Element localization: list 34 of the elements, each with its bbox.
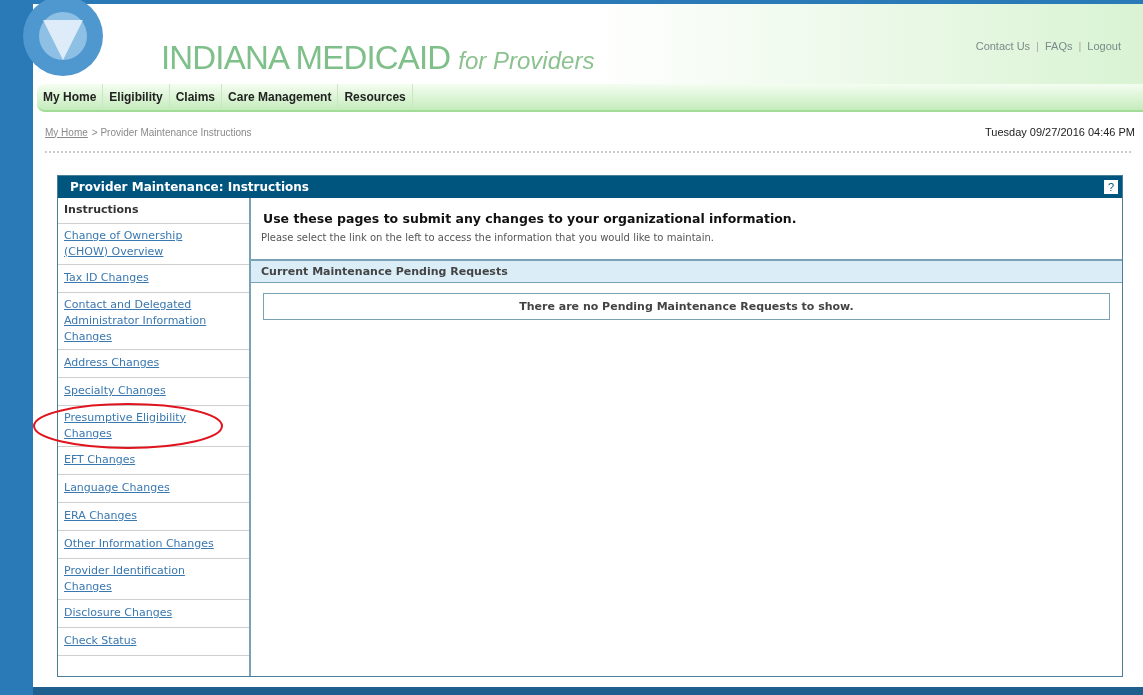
- breadcrumb-link[interactable]: My Home: [45, 124, 88, 140]
- separator: |: [1078, 39, 1082, 54]
- nav-tab[interactable]: Eligibility: [103, 84, 170, 110]
- sidebar-link[interactable]: Contact and Delegated Administrator Information Changes: [64, 296, 224, 345]
- sidebar-link[interactable]: Change of Ownership (CHOW) Overview: [64, 227, 224, 260]
- sidebar-link[interactable]: Tax ID Changes: [64, 270, 149, 286]
- sidebar-heading: Instructions: [64, 201, 139, 218]
- separator: |: [1036, 39, 1039, 54]
- sidebar-link[interactable]: Address Changes: [64, 355, 160, 371]
- sidebar-link[interactable]: Language Changes: [64, 480, 170, 496]
- sidebar-link[interactable]: EFT Changes: [64, 452, 136, 468]
- header-link[interactable]: FAQs: [1044, 38, 1073, 55]
- sidebar-link[interactable]: Provider Identification Changes: [64, 562, 224, 595]
- site-subtitle: for Providers: [458, 45, 595, 76]
- date-time: Tuesday 09/27/2016 04:46 PM: [984, 125, 1135, 140]
- panel-title: Provider Maintenance: Instructions: [70, 178, 309, 196]
- nav-tab[interactable]: Care Management: [222, 84, 339, 110]
- nav-tab[interactable]: Claims: [169, 84, 223, 110]
- sidebar-link[interactable]: Other Information Changes: [64, 536, 214, 552]
- site-title: INDIANA MEDICAID: [161, 37, 451, 78]
- section-title: Current Maintenance Pending Requests: [261, 263, 508, 280]
- header-link[interactable]: Logout: [1087, 38, 1121, 55]
- intro-text: Please select the link on the left to access the information that you would like to maintain.: [261, 231, 715, 246]
- empty-message: There are no Pending Maintenance Requests to show.: [519, 298, 854, 315]
- nav-tab[interactable]: Resources: [338, 84, 413, 110]
- sidebar-link[interactable]: Specialty Changes: [64, 383, 166, 399]
- sidebar-link[interactable]: ERA Changes: [64, 508, 137, 524]
- help-button[interactable]: ?: [1104, 179, 1118, 194]
- header-link[interactable]: Contact Us: [975, 38, 1031, 55]
- sidebar-link[interactable]: Check Status: [64, 633, 137, 649]
- breadcrumb-text: > Provider Maintenance Instructions: [91, 125, 252, 140]
- intro-heading: Use these pages to submit any changes to your organizational information.: [263, 209, 798, 228]
- sidebar-link[interactable]: Disclosure Changes: [64, 605, 173, 621]
- nav-tab[interactable]: My Home: [37, 84, 104, 110]
